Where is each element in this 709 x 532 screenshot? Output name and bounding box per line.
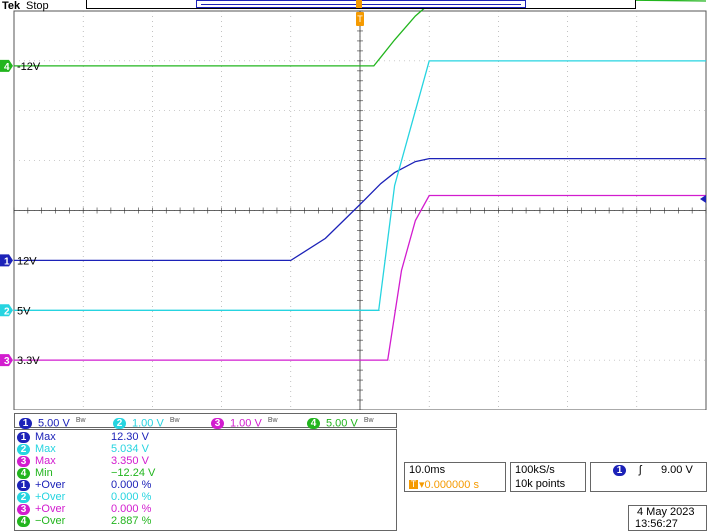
channel-marker-number: 2 <box>4 306 10 317</box>
measurement-channel-badge: 4 <box>17 516 30 527</box>
time-per-division: 10.0ms <box>409 464 446 476</box>
channel-scale-bar: 1 5.00 V Bw 2 1.00 V Bw 3 1.00 V Bw 4 5.00 V Bw <box>14 413 397 430</box>
oscilloscope-graticule: T 1 12V 2 5V 3 3.3V 4 -12V <box>0 0 707 410</box>
measurement-value: 0.000 % <box>111 491 152 503</box>
measurement-name: +Over <box>35 479 66 491</box>
brand-logo: Tek <box>2 0 21 12</box>
ch4-badge: 4 <box>307 418 320 430</box>
bandwidth-limit-icon: Bw <box>363 417 374 424</box>
measurement-value: 12.30 V <box>111 431 149 443</box>
measurement-value: 3.350 V <box>111 455 149 467</box>
ch3-scale[interactable]: 3 1.00 V Bw <box>211 414 278 430</box>
ch4-scale[interactable]: 4 5.00 V Bw <box>307 414 374 430</box>
measurement-name: Max <box>35 455 56 467</box>
channel-marker-label: -12V <box>17 61 41 73</box>
ch1-scale-value: 5.00 V <box>38 417 70 430</box>
channel-marker-number: 3 <box>4 356 10 367</box>
measurement-name: Min <box>35 467 53 479</box>
trigger-source-badge: 1 <box>613 465 626 476</box>
measurement-panel: 1 Max 12.30 V 2 Max 5.034 V 3 Max 3.350 V 4 Min… <box>14 429 397 531</box>
measurement-value: −12.24 V <box>111 467 156 479</box>
ch3-scale-value: 1.00 V <box>230 417 262 430</box>
ch4-scale-value: 5.00 V <box>326 417 358 430</box>
trigger-time-marker-label: T <box>357 14 363 24</box>
acquisition-box[interactable]: 100kS/s 10k points <box>510 462 586 492</box>
measurement-value: 5.034 V <box>111 443 149 455</box>
ch1-badge: 1 <box>19 418 32 430</box>
measurement-value: 0.000 % <box>111 479 152 491</box>
measurement-name: +Over <box>35 491 66 503</box>
ch2-scale[interactable]: 2 1.00 V Bw <box>113 414 180 430</box>
ch3-badge: 3 <box>211 418 224 430</box>
channel-marker-number: 4 <box>4 62 10 73</box>
bandwidth-limit-icon: Bw <box>75 417 86 424</box>
measurement-channel-badge: 2 <box>17 444 30 455</box>
measurement-channel-badge: 1 <box>17 432 30 443</box>
trigger-position-marker <box>356 0 362 8</box>
time: 13:56:27 <box>635 518 678 530</box>
measurement-name: Max <box>35 443 56 455</box>
ch1-scale[interactable]: 1 5.00 V Bw <box>19 414 86 430</box>
ch2-scale-value: 1.00 V <box>132 417 164 430</box>
sample-rate: 100kS/s <box>515 464 555 476</box>
measurement-channel-badge: 3 <box>17 504 30 515</box>
bandwidth-limit-icon: Bw <box>169 417 180 424</box>
ch2-badge: 2 <box>113 418 126 430</box>
measurement-channel-badge: 3 <box>17 456 30 467</box>
measurement-channel-badge: 2 <box>17 492 30 503</box>
channel-marker-label: 3.3V <box>17 355 40 367</box>
measurement-channel-badge: 1 <box>17 480 30 491</box>
measurement-channel-badge: 4 <box>17 468 30 479</box>
measurement-value: 0.000 % <box>111 503 152 515</box>
record-length: 10k points <box>515 478 566 490</box>
trigger-box[interactable]: 1 ʃ 9.00 V <box>590 462 707 492</box>
bandwidth-limit-icon: Bw <box>267 417 278 424</box>
acquisition-state: Stop <box>26 0 49 12</box>
horizontal-position: ▾0.000000 s <box>419 479 479 491</box>
measurement-name: −Over <box>35 515 66 527</box>
rising-edge-icon: ʃ <box>639 464 642 476</box>
timebase-box[interactable]: 10.0ms T ▾0.000000 s <box>404 462 506 492</box>
trigger-position-icon: T <box>409 479 418 489</box>
trigger-level: 9.00 V <box>661 464 693 476</box>
measurement-name: Max <box>35 431 56 443</box>
measurement-name: +Over <box>35 503 66 515</box>
channel-marker-number: 1 <box>4 256 10 267</box>
channel-marker-label: 12V <box>17 255 37 267</box>
datetime-box: 4 May 2023 13:56:27 <box>628 505 707 531</box>
channel-marker-label: 5V <box>17 305 31 317</box>
measurement-value: 2.887 % <box>111 515 152 527</box>
date: 4 May 2023 <box>637 506 695 518</box>
